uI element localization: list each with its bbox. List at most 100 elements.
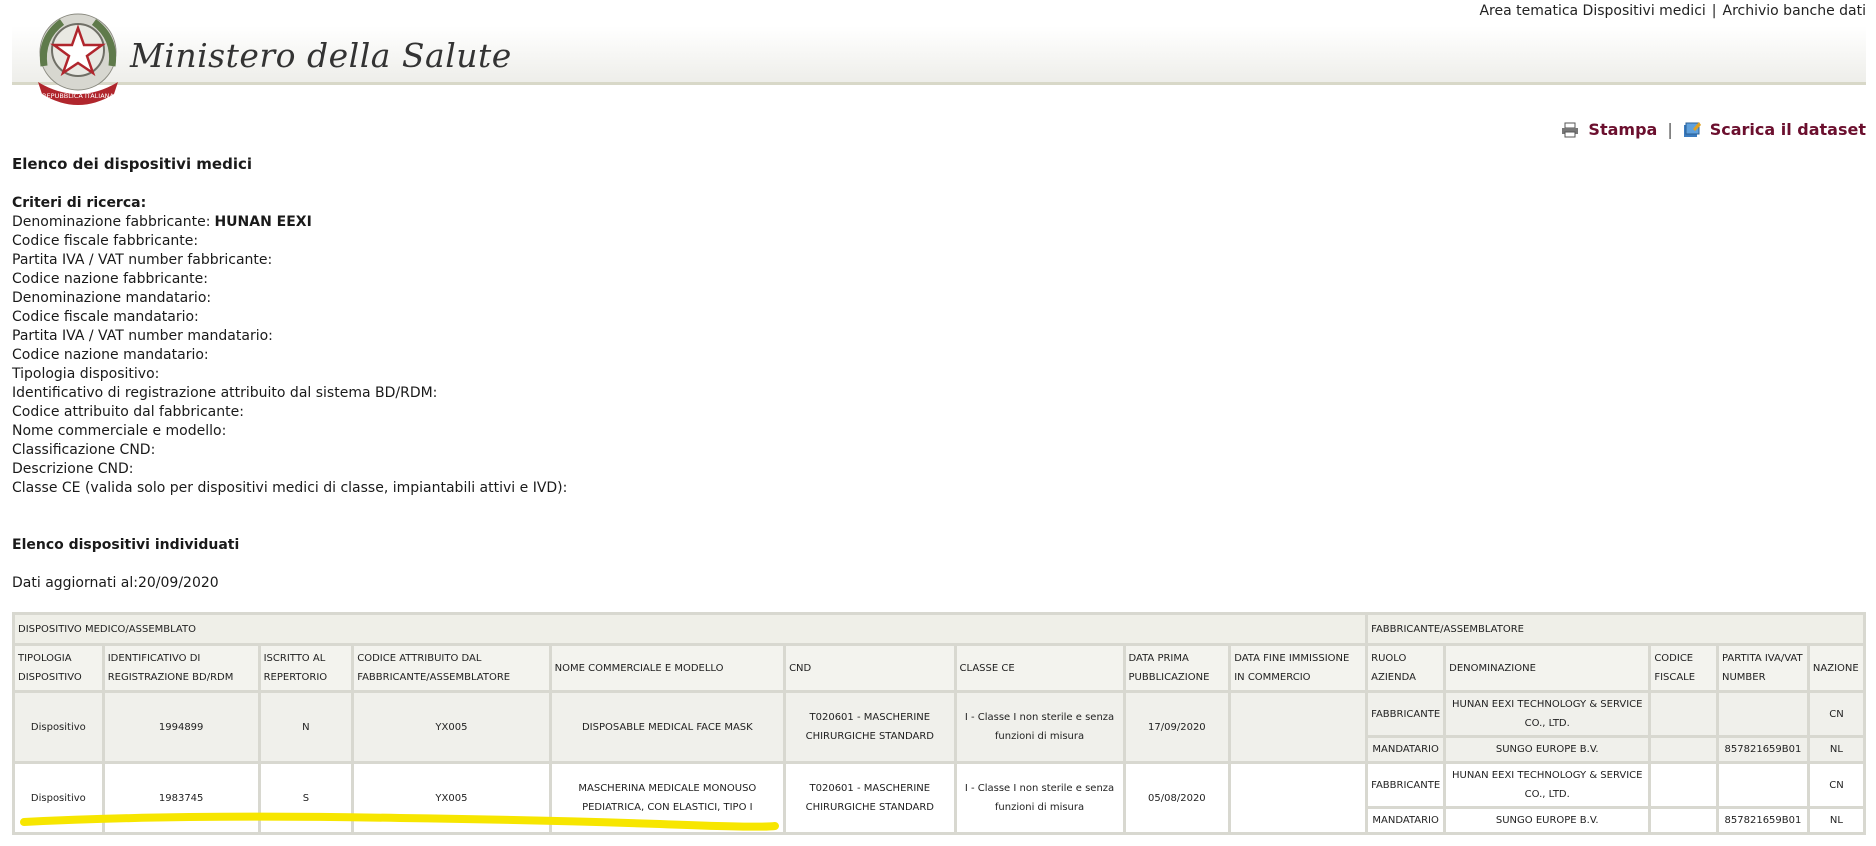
criteria-item: Classe CE (valida solo per dispositivi m… <box>12 479 571 498</box>
emblem-icon[interactable]: REPUBBLICA ITALIANA <box>30 8 126 112</box>
table-row[interactable]: Dispositivo 1983745 S YX005 MASCHERINA MEDIC… <box>12 761 1867 835</box>
criteria-label: Identificativo di registrazione attribui… <box>12 385 438 401</box>
cell-partita-iva: 857821659B01 <box>1716 735 1810 764</box>
column-header-row: TIPOLOGIA DISPOSITIVO IDENTIFICATIVO DI R… <box>12 643 1867 693</box>
column-header: DATA PRIMA PUBBLICAZIONE <box>1122 643 1232 693</box>
criteria-item: Denominazione mandatario: <box>12 289 571 308</box>
criteria-item: Nome commerciale e modello: <box>12 422 571 441</box>
download-dataset-link[interactable]: Scarica il dataset <box>1710 120 1866 139</box>
criteria-label: Classe CE (valida solo per dispositivi m… <box>12 480 568 496</box>
cell-codice-fiscale <box>1648 806 1719 835</box>
cell-classe-ce: I - Classe I non sterile e senza funzion… <box>953 761 1126 835</box>
column-header: RUOLO AZIENDA <box>1365 643 1447 693</box>
updated-label: Dati aggiornati al: <box>12 575 138 591</box>
cell-data-fine-commercio <box>1228 690 1369 764</box>
cell-denominazione: HUNAN EEXI TECHNOLOGY & SERVICE CO., LTD… <box>1443 761 1652 809</box>
cell-partita-iva: 857821659B01 <box>1716 806 1810 835</box>
table-row[interactable]: Dispositivo 1994899 N YX005 DISPOSABLE MEDIC… <box>12 690 1867 764</box>
printer-icon[interactable] <box>1561 122 1579 138</box>
cell-denominazione: SUNGO EUROPE B.V. <box>1443 735 1652 764</box>
top-navigation: Area tematica Dispositivi medici | Archivi… <box>1479 3 1866 19</box>
cell-tipologia: Dispositivo <box>12 761 105 835</box>
column-header: DENOMINAZIONE <box>1443 643 1652 693</box>
group-header-row: DISPOSITIVO MEDICO/ASSEMBLATO FABBRICANT… <box>11 612 1866 646</box>
cell-nome-commerciale: DISPOSABLE MEDICAL FACE MASK <box>548 690 787 764</box>
cell-codice: YX005 <box>351 761 552 835</box>
cell-identificativo: 1994899 <box>101 690 261 764</box>
criteria-item: Classificazione CND: <box>12 441 571 460</box>
column-header: NAZIONE <box>1806 643 1867 693</box>
criteria-label: Descrizione CND: <box>12 461 134 477</box>
main-content: Elenco dei dispositivi medici Criteri di… <box>12 155 571 593</box>
cell-nazione: NL <box>1806 735 1867 764</box>
criteria-item: Partita IVA / VAT number fabbricante: <box>12 251 571 270</box>
column-header: CODICE FISCALE <box>1648 643 1719 693</box>
criteria-value: HUNAN EEXI <box>214 214 312 230</box>
print-link[interactable]: Stampa <box>1588 120 1657 139</box>
cell-partita-iva <box>1716 690 1810 738</box>
criteria-label: Tipologia dispositivo: <box>12 366 160 382</box>
cell-codice-fiscale <box>1648 690 1719 738</box>
column-header: IDENTIFICATIVO DI REGISTRAZIONE BD/RDM <box>101 643 261 693</box>
criteria-label: Nome commerciale e modello: <box>12 423 227 439</box>
criteria-item: Codice nazione fabbricante: <box>12 270 571 289</box>
cell-identificativo: 1983745 <box>101 761 261 835</box>
column-header: CND <box>783 643 957 693</box>
column-header: DATA FINE IMMISSIONE IN COMMERCIO <box>1228 643 1369 693</box>
column-header: NOME COMMERCIALE E MODELLO <box>548 643 787 693</box>
cell-data-prima-pubblicazione: 05/08/2020 <box>1122 761 1232 835</box>
column-header: CODICE ATTRIBUITO DAL FABBRICANTE/ASSEMB… <box>351 643 552 693</box>
data-updated: Dati aggiornati al:20/09/2020 <box>12 574 571 593</box>
criteria-item: Codice fiscale fabbricante: <box>12 232 571 251</box>
cell-data-fine-commercio <box>1228 761 1369 835</box>
cell-iscritto: S <box>257 761 355 835</box>
criteria-item: Tipologia dispositivo: <box>12 365 571 384</box>
link-archivio-banche-dati[interactable]: Archivio banche dati <box>1723 3 1867 19</box>
group-device-header: DISPOSITIVO MEDICO/ASSEMBLATO <box>11 612 1369 646</box>
cell-nome-commerciale: MASCHERINA MEDICALE MONOUSO PEDIATRICA, … <box>548 761 787 835</box>
cell-classe-ce: I - Classe I non sterile e senza funzion… <box>953 690 1126 764</box>
criteria-label: Codice nazione mandatario: <box>12 347 209 363</box>
dataset-download-icon[interactable] <box>1683 121 1701 138</box>
criteria-label: Codice attribuito dal fabbricante: <box>12 404 244 420</box>
table-body: DISPOSITIVO MEDICO/ASSEMBLATO FABBRICANT… <box>11 612 1867 835</box>
page-title: Elenco dei dispositivi medici <box>12 155 253 173</box>
column-header: CLASSE CE <box>953 643 1126 693</box>
cell-data-prima-pubblicazione: 17/09/2020 <box>1122 690 1232 764</box>
emblem-text: REPUBBLICA ITALIANA <box>42 92 114 100</box>
column-header: PARTITA IVA/VAT NUMBER <box>1716 643 1810 693</box>
criteria-label: Classificazione CND: <box>12 442 156 458</box>
cell-ruolo-azienda: MANDATARIO <box>1365 806 1447 835</box>
cell-denominazione: HUNAN EEXI TECHNOLOGY & SERVICE CO., LTD… <box>1443 690 1652 738</box>
column-header: TIPOLOGIA DISPOSITIVO <box>12 643 105 693</box>
criteria-item: Descrizione CND: <box>12 460 571 479</box>
cell-iscritto: N <box>257 690 355 764</box>
search-criteria: Criteri di ricerca: Denominazione fabbri… <box>12 194 571 498</box>
cell-ruolo-azienda: MANDATARIO <box>1365 735 1447 764</box>
criteria-label: Denominazione mandatario: <box>12 290 212 306</box>
cell-partita-iva <box>1716 761 1810 809</box>
column-header: ISCRITTO AL REPERTORIO <box>257 643 355 693</box>
criteria-list: Denominazione fabbricante: HUNAN EEXI Codi… <box>12 213 571 498</box>
criteria-heading: Criteri di ricerca: <box>12 195 147 211</box>
criteria-label: Partita IVA / VAT number mandatario: <box>12 328 273 344</box>
cell-cnd: T020601 - MASCHERINE CHIRURGICHE STANDAR… <box>783 690 957 764</box>
cell-denominazione: SUNGO EUROPE B.V. <box>1443 806 1652 835</box>
criteria-label: Partita IVA / VAT number fabbricante: <box>12 252 273 268</box>
criteria-label: Denominazione fabbricante: <box>12 214 211 230</box>
criteria-label: Codice fiscale fabbricante: <box>12 233 199 249</box>
cell-tipologia: Dispositivo <box>12 690 105 764</box>
cell-nazione: CN <box>1806 761 1867 809</box>
link-area-tematica[interactable]: Area tematica Dispositivi medici <box>1479 3 1705 19</box>
criteria-label: Codice fiscale mandatario: <box>12 309 199 325</box>
criteria-item: Partita IVA / VAT number mandatario: <box>12 327 571 346</box>
cell-cnd: T020601 - MASCHERINE CHIRURGICHE STANDAR… <box>783 761 957 835</box>
cell-codice: YX005 <box>351 690 552 764</box>
cell-nazione: NL <box>1806 806 1867 835</box>
results-heading: Elenco dispositivi individuati <box>12 537 240 553</box>
nav-separator: | <box>1711 3 1717 19</box>
updated-date: 20/09/2020 <box>137 575 219 591</box>
ministry-title[interactable]: Ministero della Salute <box>130 36 512 75</box>
cell-codice-fiscale <box>1648 761 1719 809</box>
criteria-item: Identificativo di registrazione attribui… <box>12 384 571 403</box>
